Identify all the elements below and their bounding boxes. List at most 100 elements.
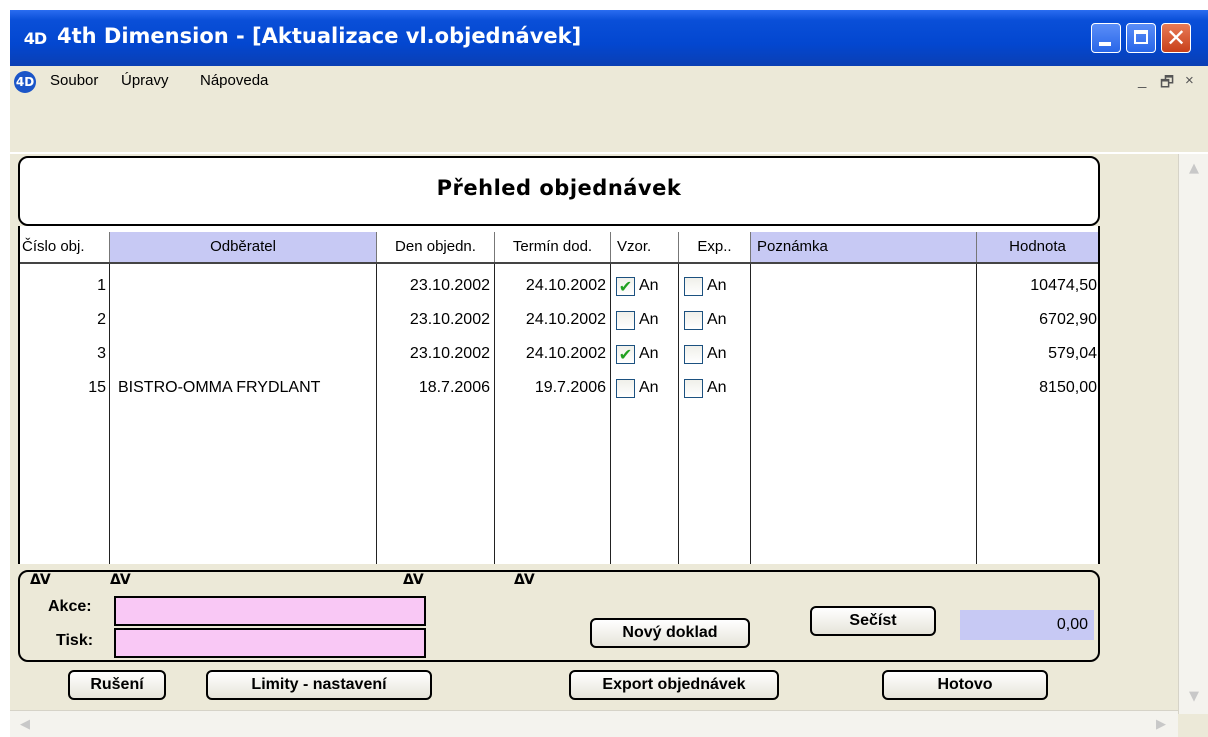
column-divider [678,264,679,564]
window-title: 4th Dimension - [Aktualizace vl.objednáv… [57,24,582,48]
col-exp[interactable]: Exp.. [679,232,751,262]
page-title: Přehled objednávek [436,176,682,200]
minimize-button[interactable] [1091,23,1121,53]
col-den[interactable]: Den objedn. [377,232,495,262]
action-panel: ΔV ΔV ΔV ΔV Akce: Tisk: Nový doklad Sečí… [18,570,1100,662]
scroll-up-icon[interactable]: ▲ [1183,158,1205,180]
mdi-close-button[interactable]: × [1185,72,1194,89]
maximize-button[interactable] [1126,23,1156,53]
exp-checkbox-label: An [707,311,727,328]
col-poznamka[interactable]: Poznámka [751,232,977,262]
cell-poznamka [757,338,971,370]
table-header: Číslo obj. Odběratel Den objedn. Termín … [20,232,1098,262]
cell-den: 18.7.2006 [418,379,490,396]
limits-button[interactable]: Limity - nastavení [206,670,432,700]
cancel-button[interactable]: Rušení [68,670,166,700]
menu-soubor[interactable]: Soubor [50,72,98,89]
cell-odberatel: BISTRO-OMMA FRYDLANT [118,379,321,396]
new-doc-button[interactable]: Nový doklad [590,618,750,648]
cell-termin: 24.10.2002 [525,345,606,362]
exp-checkbox-label: An [707,277,727,294]
cell-den: 23.10.2002 [409,311,490,328]
minimize-icon [1099,42,1111,46]
cell-odberatel [118,304,374,336]
vertical-scrollbar[interactable]: ▲ ▼ [1178,154,1208,714]
tisk-label: Tisk: [56,632,94,649]
cell-poznamka [757,304,971,336]
column-divider [610,264,611,564]
akce-label: Akce: [48,598,92,615]
form-content: Přehled objednávek Číslo obj. Odběratel … [10,154,1178,710]
exp-checkbox[interactable] [684,379,703,398]
menu-upravy[interactable]: Úpravy [121,72,169,89]
cell-den: 23.10.2002 [409,345,490,362]
cell-hodnota: 10474,50 [1030,277,1097,294]
vzor-checkbox[interactable]: ✔ [616,277,635,296]
cell-poznamka [757,372,971,404]
col-cislo[interactable]: Číslo obj. [20,232,110,262]
vzor-checkbox[interactable]: ✔ [616,345,635,364]
export-button[interactable]: Export objednávek [569,670,779,700]
cell-cislo: 15 [88,379,106,396]
exp-checkbox[interactable] [684,277,703,296]
cell-cislo: 3 [97,345,106,362]
cell-hodnota: 579,04 [1048,345,1097,362]
scroll-left-icon[interactable]: ◀ [14,714,36,736]
column-divider [109,264,110,564]
app-icon[interactable]: 4D [21,27,49,51]
sort-arrows-icon[interactable]: ΔV [30,572,51,588]
exp-checkbox-label: An [707,379,727,396]
col-odberatel[interactable]: Odběratel [110,232,377,262]
cell-hodnota: 8150,00 [1039,379,1097,396]
cell-termin: 19.7.2006 [534,379,606,396]
cell-hodnota: 6702,90 [1039,311,1097,328]
4d-logo-icon[interactable]: 4D [14,71,36,93]
cell-termin: 24.10.2002 [525,277,606,294]
tisk-field[interactable] [114,628,426,658]
col-hodnota[interactable]: Hodnota [977,232,1098,262]
vzor-checkbox-label: An [639,345,659,362]
col-termin[interactable]: Termín dod. [495,232,611,262]
column-divider [750,264,751,564]
cell-poznamka [757,270,971,302]
maximize-icon [1134,30,1148,44]
menu-bar: 4D Soubor Úpravy Nápoveda _ 🗗 × [10,66,1208,102]
toolbar-area [10,102,1208,154]
sum-button[interactable]: Sečíst [810,606,936,636]
app-window: 4D 4th Dimension - [Aktualizace vl.objed… [10,10,1208,737]
exp-checkbox-label: An [707,345,727,362]
cell-termin: 24.10.2002 [525,311,606,328]
mdi-restore-button[interactable]: 🗗 [1160,72,1174,97]
vzor-checkbox-label: An [639,379,659,396]
scroll-down-icon[interactable]: ▼ [1183,686,1205,708]
close-icon: ✕ [1165,24,1187,52]
sort-arrows-icon[interactable]: ΔV [514,572,535,588]
orders-table: Číslo obj. Odběratel Den objedn. Termín … [18,226,1100,564]
mdi-minimize-button[interactable]: _ [1138,72,1146,89]
cell-den: 23.10.2002 [409,277,490,294]
vzor-checkbox[interactable] [616,311,635,330]
menu-napoveda[interactable]: Nápoveda [200,72,268,89]
cell-cislo: 2 [97,311,106,328]
horizontal-scrollbar[interactable]: ◀ ▶ [10,710,1178,737]
header-divider [20,262,1098,264]
exp-checkbox[interactable] [684,311,703,330]
akce-field[interactable] [114,596,426,626]
title-bar[interactable]: 4D 4th Dimension - [Aktualizace vl.objed… [10,10,1208,66]
vzor-checkbox-label: An [639,277,659,294]
cell-odberatel [118,338,374,370]
close-button[interactable]: ✕ [1161,23,1191,53]
col-vzor[interactable]: Vzor. [611,232,679,262]
cell-cislo: 1 [97,277,106,294]
scroll-right-icon[interactable]: ▶ [1150,714,1172,736]
vzor-checkbox[interactable] [616,379,635,398]
sort-arrows-icon[interactable]: ΔV [403,572,424,588]
done-button[interactable]: Hotovo [882,670,1048,700]
cell-odberatel [118,270,374,302]
form-header: Přehled objednávek [18,156,1100,226]
exp-checkbox[interactable] [684,345,703,364]
check-icon: ✔ [618,345,633,364]
vzor-checkbox-label: An [639,311,659,328]
sum-value: 0,00 [960,610,1094,640]
sort-arrows-icon[interactable]: ΔV [110,572,131,588]
